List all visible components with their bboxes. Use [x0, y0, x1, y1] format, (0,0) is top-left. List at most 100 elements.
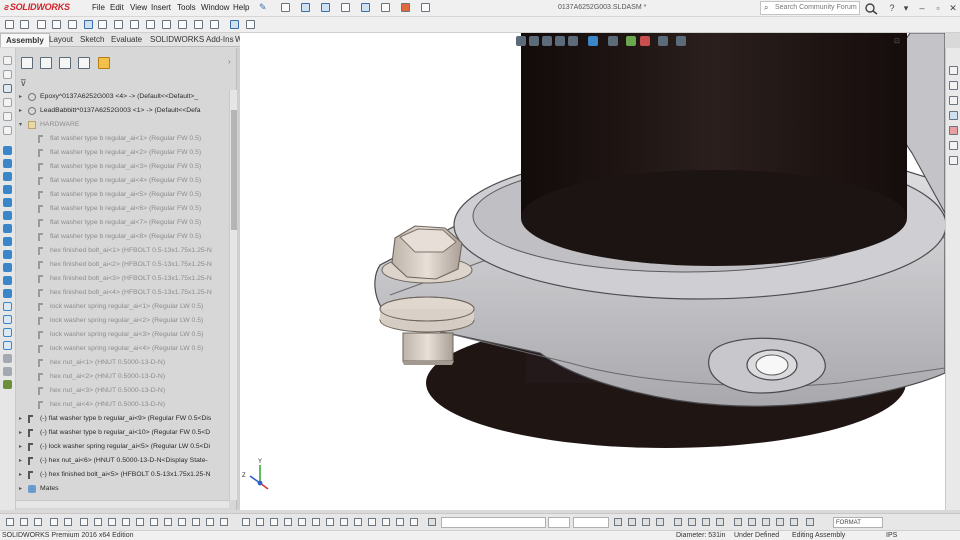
smart-fasteners-icon[interactable] — [68, 20, 77, 29]
feature-mirror-icon[interactable] — [3, 289, 12, 298]
bottom-tool-15-icon[interactable] — [206, 518, 214, 526]
design-library-icon[interactable] — [949, 81, 958, 90]
new-motion-study-icon[interactable] — [146, 20, 155, 29]
section-view-icon[interactable] — [555, 36, 565, 46]
align-center-icon[interactable] — [688, 518, 696, 526]
font-name-select[interactable] — [441, 517, 546, 528]
tree-item[interactable]: ▾ HARDWARE — [16, 118, 229, 132]
expand-icon[interactable]: ▸ — [19, 104, 25, 118]
menu-help[interactable]: Help — [233, 3, 249, 12]
feature-manager-tree-icon[interactable] — [21, 57, 33, 69]
tree-item[interactable]: ▸ (-) lock washer spring regular_ai<5> (R… — [16, 440, 229, 454]
strip-tool-2-icon[interactable] — [3, 70, 12, 79]
solidworks-forum-icon[interactable] — [949, 156, 958, 165]
tree-item[interactable]: flat washer type b regular_ai<2> (Regula… — [16, 146, 229, 160]
strip-tool-4-icon[interactable] — [3, 98, 12, 107]
view-settings-icon[interactable] — [676, 36, 686, 46]
tree-item[interactable]: lock washer spring regular_ai<4> (Regula… — [16, 342, 229, 356]
tree-horizontal-scrollbar[interactable] — [16, 500, 229, 508]
bottom-tool-13-icon[interactable] — [178, 518, 186, 526]
component-preview-icon[interactable] — [37, 20, 46, 29]
bottom-tool-3-icon[interactable] — [34, 518, 42, 526]
bottom-tool-9-icon[interactable] — [122, 518, 130, 526]
tree-item[interactable]: ▸ LeadBabbitt^0137A6252G003 <1> -> (Defau… — [16, 104, 229, 118]
tree-item[interactable]: lock washer spring regular_ai<1> (Regula… — [16, 300, 229, 314]
bottom-tool-8-icon[interactable] — [108, 518, 116, 526]
font-size-input[interactable] — [573, 517, 609, 528]
font-size-select[interactable] — [548, 517, 570, 528]
menu-view[interactable]: View — [130, 3, 147, 12]
assembly-features-icon[interactable] — [114, 20, 123, 29]
tab-evaluate[interactable]: Evaluate — [106, 33, 147, 47]
bottom-tool-25-icon[interactable] — [354, 518, 362, 526]
tab-layout[interactable]: Layout — [44, 33, 78, 47]
bold-icon[interactable] — [614, 518, 622, 526]
save-icon[interactable] — [321, 3, 330, 12]
rebuild-icon[interactable] — [401, 3, 410, 12]
tab-sketch[interactable]: Sketch — [75, 33, 109, 47]
feature-split-icon[interactable] — [3, 367, 12, 376]
bottom-tool-10-icon[interactable] — [136, 518, 144, 526]
bottom-tool-21-icon[interactable] — [298, 518, 306, 526]
bottom-tool-11-icon[interactable] — [150, 518, 158, 526]
bottom-tool-6-icon[interactable] — [80, 518, 88, 526]
appearances-icon[interactable] — [949, 126, 958, 135]
bottom-tool-28-icon[interactable] — [396, 518, 404, 526]
tree-item[interactable]: lock washer spring regular_ai<2> (Regula… — [16, 314, 229, 328]
bottom-tool-22-icon[interactable] — [312, 518, 320, 526]
dimxpert-manager-icon[interactable] — [78, 57, 90, 69]
strip-tool-5-icon[interactable] — [3, 112, 12, 121]
align-right-icon[interactable] — [702, 518, 710, 526]
custom-properties-icon[interactable] — [949, 141, 958, 150]
tree-item[interactable]: flat washer type b regular_ai<6> (Regula… — [16, 202, 229, 216]
tree-item[interactable]: hex nut_ai<3> (HNUT 0.5000-13-D-N) — [16, 384, 229, 398]
hide-show-items-icon[interactable] — [626, 36, 636, 46]
bullets-icon[interactable] — [762, 518, 770, 526]
expand-icon[interactable]: ▸ — [19, 482, 25, 496]
tree-item[interactable]: hex nut_ai<4> (HNUT 0.5000-13-D-N) — [16, 398, 229, 412]
solidworks-logo[interactable]: ƨSOLIDWORKS — [4, 2, 70, 15]
expand-icon[interactable]: ▸ — [19, 412, 25, 426]
tab-solidworks-addins[interactable]: SOLIDWORKS Add-Ins — [145, 33, 239, 47]
edit-appearance-icon[interactable] — [640, 36, 650, 46]
update-speedpak-icon[interactable] — [230, 20, 239, 29]
instant3d-icon[interactable] — [210, 20, 219, 29]
feature-sketch-icon[interactable] — [3, 380, 12, 389]
indent-icon[interactable] — [734, 518, 742, 526]
feature-coordinate-icon[interactable] — [3, 341, 12, 350]
expand-icon[interactable]: ▸ — [19, 426, 25, 440]
file-explorer-icon[interactable] — [949, 96, 958, 105]
move-component-icon[interactable] — [84, 20, 93, 29]
bottom-tool-16-icon[interactable] — [220, 518, 228, 526]
view-orientation-icon[interactable] — [588, 36, 598, 46]
pin-icon[interactable]: ✎ — [259, 2, 267, 13]
explode-line-sketch-icon[interactable] — [194, 20, 203, 29]
viewport-maximize-icon[interactable]: ⊡ — [894, 37, 900, 45]
strip-tool-1-icon[interactable] — [3, 56, 12, 65]
text-font-icon[interactable] — [428, 518, 436, 526]
bottom-tool-17-icon[interactable] — [242, 518, 250, 526]
tree-item[interactable]: hex finished bolt_ai<3> (HFBOLT 0.5-13x1… — [16, 272, 229, 286]
bill-of-materials-icon[interactable] — [162, 20, 171, 29]
panel-expand-icon[interactable]: › — [228, 57, 231, 66]
undo-icon[interactable] — [361, 3, 370, 12]
color-icon[interactable] — [806, 518, 814, 526]
feature-cut-icon[interactable] — [3, 198, 12, 207]
show-hidden-icon[interactable] — [98, 20, 107, 29]
view-triad[interactable]: Y Z — [242, 459, 269, 490]
expand-icon[interactable]: ▸ — [19, 468, 25, 482]
feature-point-icon[interactable] — [3, 328, 12, 337]
bottom-tool-24-icon[interactable] — [340, 518, 348, 526]
numbering-icon[interactable] — [776, 518, 784, 526]
menu-edit[interactable]: Edit — [110, 3, 124, 12]
new-document-icon[interactable] — [281, 3, 290, 12]
collapse-icon[interactable]: ▾ — [19, 118, 25, 132]
bottom-tool-4-icon[interactable] — [50, 518, 58, 526]
previous-view-icon[interactable] — [542, 36, 552, 46]
minimize-icon[interactable]: – — [916, 2, 928, 14]
help-dropdown-icon[interactable]: ▾ — [900, 2, 912, 14]
zoom-to-fit-icon[interactable] — [516, 36, 526, 46]
dynamic-annotation-icon[interactable] — [568, 36, 578, 46]
strikethrough-icon[interactable] — [656, 518, 664, 526]
display-style-icon[interactable] — [608, 36, 618, 46]
